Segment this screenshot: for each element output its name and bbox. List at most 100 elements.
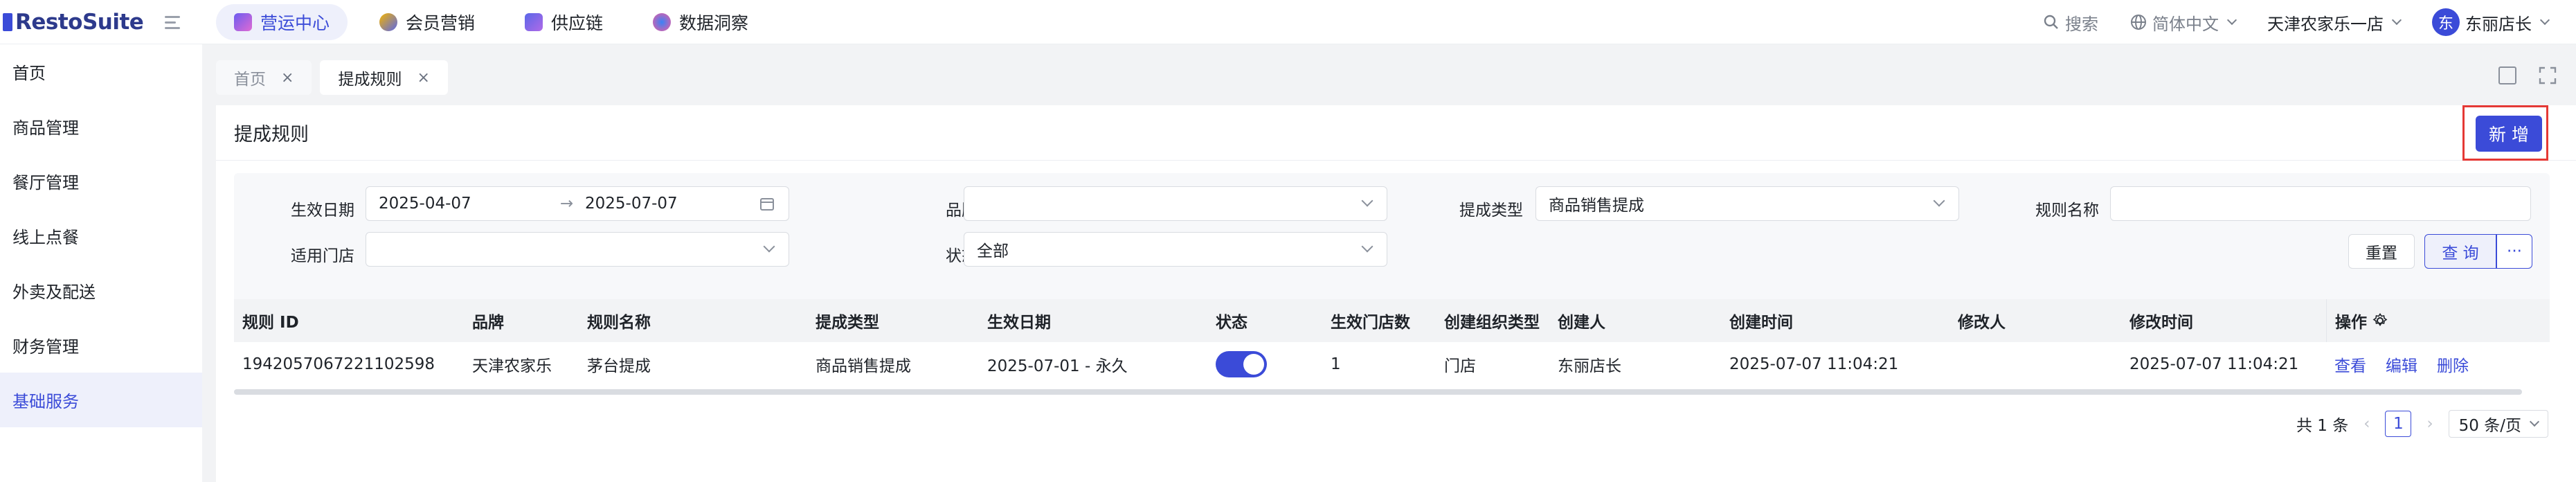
search-label: 搜索 <box>2065 14 2098 34</box>
cell-brand: 天津农家乐 <box>472 357 552 375</box>
commission-type-value: 商品销售提成 <box>1549 197 1644 215</box>
brand-select[interactable] <box>964 186 1387 221</box>
cell-rule-id: 1942057067221102598 <box>242 355 435 373</box>
add-button[interactable]: 新 增 <box>2476 116 2542 152</box>
edit-link[interactable]: 编辑 <box>2386 352 2417 376</box>
col-org-type: 创建组织类型 <box>1444 314 1540 332</box>
search-button[interactable]: 搜索 <box>2043 10 2098 35</box>
cell-actions: 查看 编辑 删除 <box>2334 342 2469 386</box>
horizontal-scrollbar[interactable] <box>234 389 2522 395</box>
page-number[interactable]: 1 <box>2385 411 2412 437</box>
tab-commission-rules[interactable]: 提成规则 × <box>320 60 448 95</box>
pagination: 共 1 条 ‹ 1 › 50 条/页 <box>2296 410 2548 438</box>
cell-effective-date: 2025-07-01 - 永久 <box>987 357 1128 375</box>
language-label: 简体中文 <box>2152 14 2219 34</box>
sidebar-item-restaurants[interactable]: 餐厅管理 <box>0 154 202 208</box>
data-insight-icon <box>653 13 672 31</box>
collapse-menu-icon[interactable] <box>165 12 186 32</box>
nav-label: 会员营销 <box>406 13 476 33</box>
cell-store-count: 1 <box>1331 355 1341 373</box>
date-end: 2025-07-07 <box>585 195 678 213</box>
prev-page-icon[interactable]: ‹ <box>2363 415 2370 433</box>
tab-home[interactable]: 首页 × <box>216 60 312 95</box>
sidebar-item-products[interactable]: 商品管理 <box>0 99 202 154</box>
table-header: 规则 ID 品牌 规则名称 提成类型 生效日期 状态 生效门店数 创建组织类型 … <box>234 299 2550 342</box>
col-creator: 创建人 <box>1558 314 1605 332</box>
sidebar-item-online-ordering[interactable]: 线上点餐 <box>0 208 202 263</box>
fullscreen-icon[interactable] <box>2539 66 2557 84</box>
user-name: 东丽店长 <box>2465 14 2532 34</box>
avatar: 东 <box>2432 8 2460 36</box>
calendar-icon <box>760 198 774 211</box>
chevron-down-icon <box>1361 240 1373 253</box>
reset-button[interactable]: 重置 <box>2348 234 2415 269</box>
rule-name-label: 规则名称 <box>2035 202 2099 220</box>
next-page-icon[interactable]: › <box>2426 415 2433 433</box>
chevron-down-icon <box>2529 416 2540 427</box>
member-icon <box>379 13 398 31</box>
language-select[interactable]: 简体中文 <box>2130 10 2237 35</box>
col-effective-date: 生效日期 <box>987 314 1051 332</box>
store-select[interactable]: 天津农家乐一店 <box>2267 10 2402 35</box>
actions-header: 操作 <box>2335 314 2367 332</box>
supply-chain-icon <box>525 13 543 31</box>
cell-commission-type: 商品销售提成 <box>816 357 911 375</box>
col-modifier: 修改人 <box>1958 314 2006 332</box>
tab-label: 首页 <box>234 71 266 89</box>
sidebar: 首页 商品管理 餐厅管理 线上点餐 外卖及配送 财务管理 基础服务 <box>0 44 202 482</box>
nav-data-insight[interactable]: 数据洞察 <box>635 4 766 40</box>
query-button[interactable]: 查 询 <box>2424 234 2496 269</box>
store-label: 适用门店 <box>291 247 354 265</box>
commission-type-select[interactable]: 商品销售提成 <box>1535 186 1959 221</box>
chevron-down-icon <box>1361 195 1373 207</box>
effective-date-label: 生效日期 <box>291 202 354 220</box>
view-link[interactable]: 查看 <box>2334 352 2366 376</box>
rule-name-input[interactable] <box>2110 186 2531 221</box>
globe-icon <box>2131 15 2146 30</box>
cell-rule-name: 茅台提成 <box>587 357 651 375</box>
nav-member-marketing[interactable]: 会员营销 <box>361 4 493 40</box>
status-select[interactable]: 全部 <box>964 232 1387 267</box>
close-icon[interactable]: × <box>281 69 294 87</box>
effective-date-range[interactable]: 2025-04-07 → 2025-07-07 <box>366 186 789 221</box>
page-size-select[interactable]: 50 条/页 <box>2448 410 2548 438</box>
settings-icon[interactable] <box>2372 313 2388 328</box>
col-rule-id: 规则 ID <box>242 314 299 332</box>
rules-table: 规则 ID 品牌 规则名称 提成类型 生效日期 状态 生效门店数 创建组织类型 … <box>234 299 2550 395</box>
col-store-count: 生效门店数 <box>1331 314 1410 332</box>
chevron-down-icon <box>2391 15 2402 26</box>
status-toggle[interactable] <box>1216 351 1267 377</box>
more-button[interactable]: ··· <box>2496 234 2532 269</box>
delete-link[interactable]: 删除 <box>2437 352 2469 376</box>
nav-operations-center[interactable]: 营运中心 <box>216 4 348 40</box>
nav-label: 营运中心 <box>260 13 330 33</box>
sidebar-item-delivery[interactable]: 外卖及配送 <box>0 263 202 318</box>
logo-mark <box>3 12 12 31</box>
top-bar: RestoSuite 营运中心 会员营销 供应链 数据洞察 搜索 简体中文 天津… <box>0 0 2576 44</box>
chevron-down-icon <box>2226 15 2237 26</box>
cell-modified-time: 2025-07-07 11:04:21 <box>2129 355 2299 373</box>
commission-type-label: 提成类型 <box>1459 202 1523 220</box>
sidebar-item-finance[interactable]: 财务管理 <box>0 318 202 373</box>
nav-label: 供应链 <box>551 13 604 33</box>
date-sep: → <box>560 195 574 213</box>
cell-status <box>1216 342 1267 386</box>
col-brand: 品牌 <box>472 314 504 332</box>
chevron-down-icon <box>1933 195 1945 207</box>
top-right: 搜索 简体中文 天津农家乐一店 东 东丽店长 <box>2043 0 2550 44</box>
close-icon[interactable]: × <box>417 69 429 87</box>
cell-creator: 东丽店长 <box>1558 357 1621 375</box>
sidebar-item-home[interactable]: 首页 <box>0 44 202 99</box>
chevron-down-icon <box>763 240 775 253</box>
col-status: 状态 <box>1216 314 1248 332</box>
home-icon[interactable] <box>2498 66 2516 84</box>
page-title: 提成规则 <box>216 105 2576 161</box>
total-count: 共 1 条 <box>2296 417 2349 435</box>
sidebar-item-basic-services[interactable]: 基础服务 <box>0 373 202 427</box>
store-select[interactable] <box>366 232 789 267</box>
col-commission-type: 提成类型 <box>816 314 879 332</box>
user-menu[interactable]: 东 东丽店长 <box>2432 8 2550 36</box>
nav-supply-chain[interactable]: 供应链 <box>507 4 621 40</box>
cell-created-time: 2025-07-07 11:04:21 <box>1729 355 1899 373</box>
main-card: 提成规则 新 增 生效日期 2025-04-07 → 2025-07-07 品牌… <box>216 105 2576 482</box>
